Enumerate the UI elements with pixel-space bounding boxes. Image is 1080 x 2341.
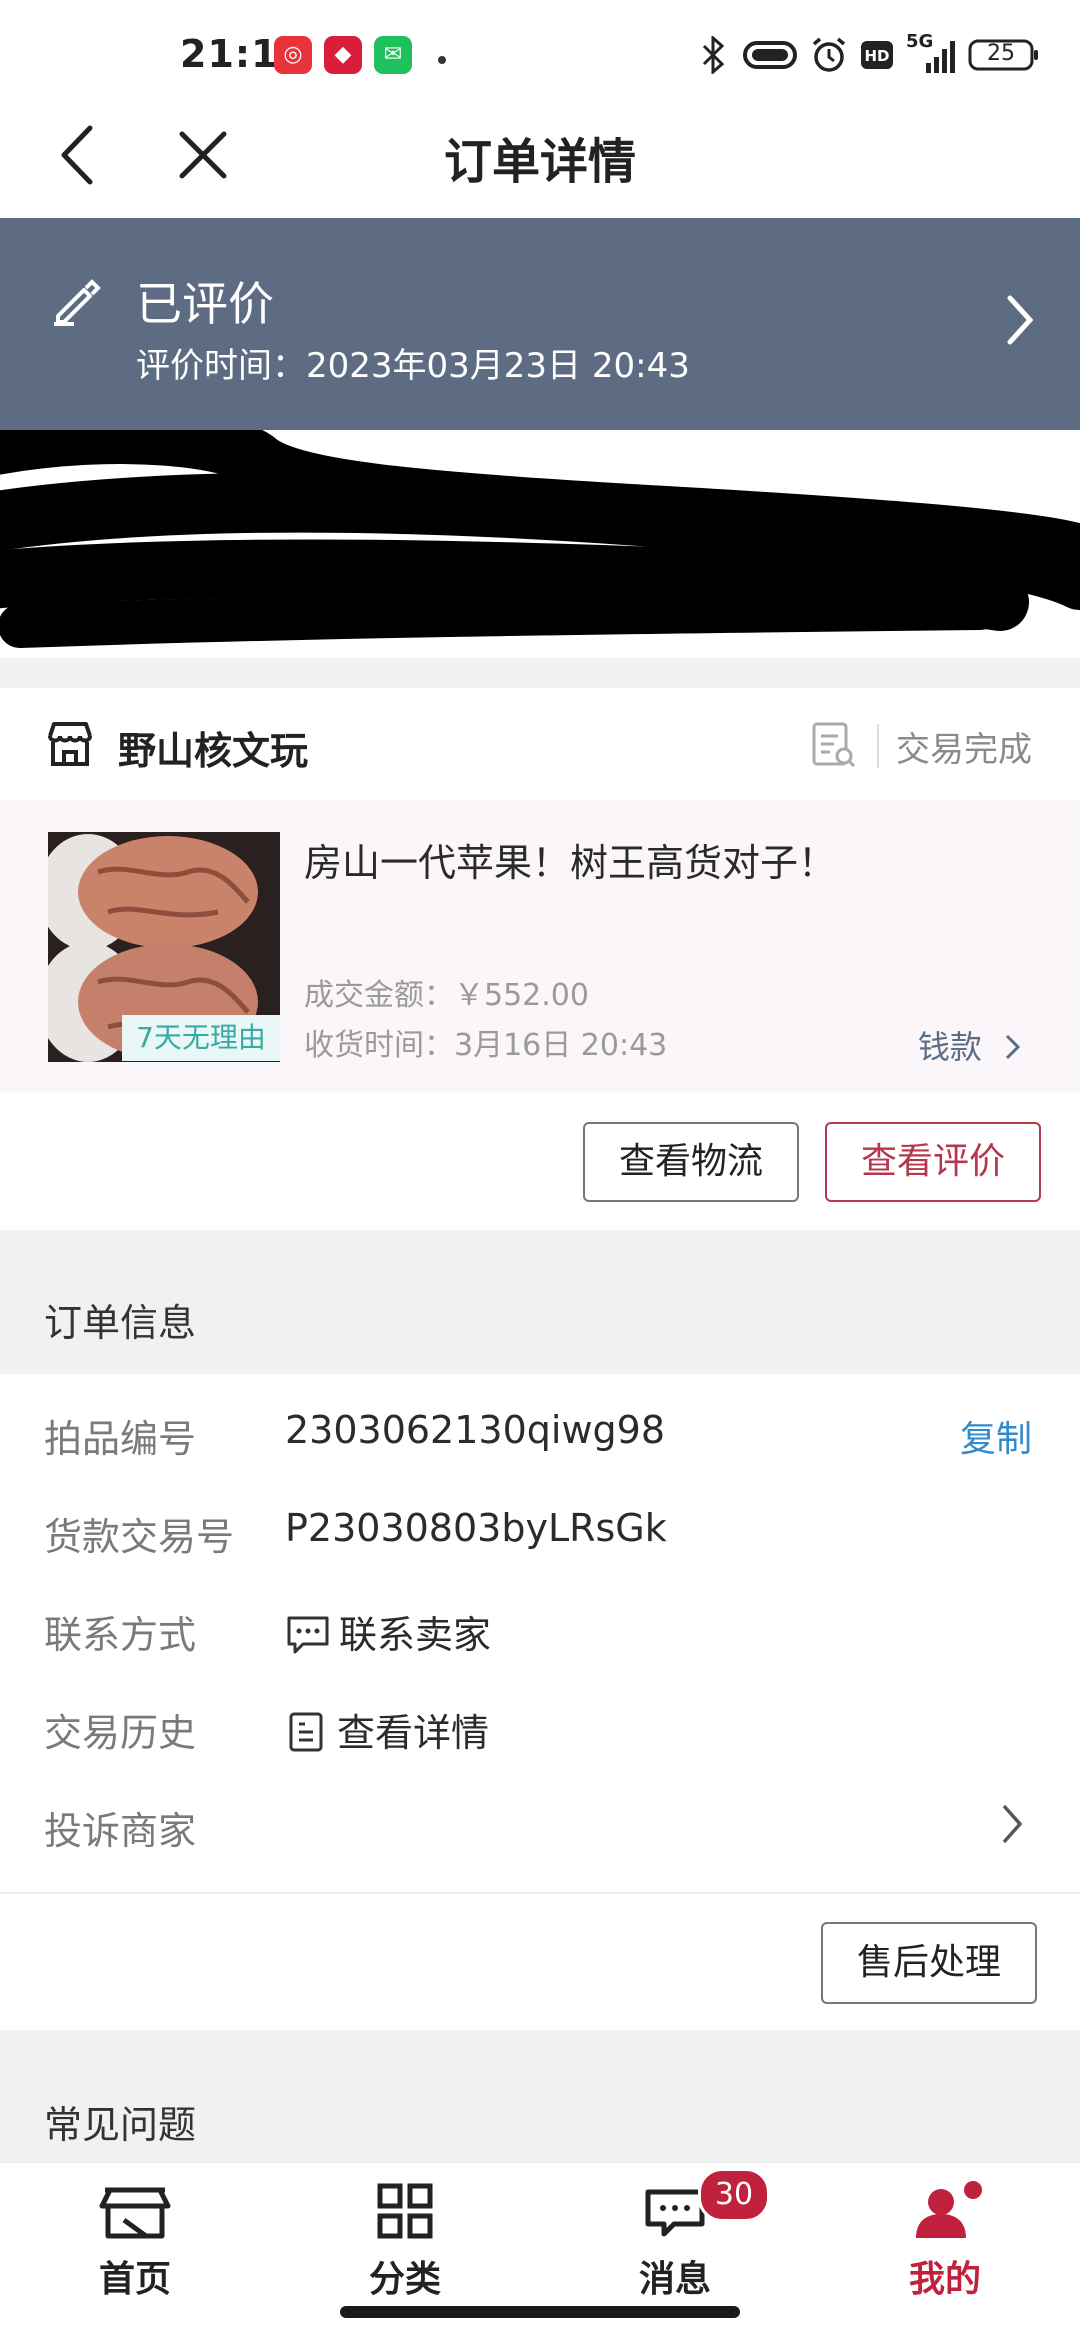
netease-music-icon: ◎ [274, 36, 312, 74]
chevron-right-icon [1002, 1804, 1023, 1844]
more-notifications-dot [438, 56, 446, 64]
battery-icon: 25 [968, 38, 1040, 72]
product-title[interactable]: 房山一代苹果！树王高货对子！ [304, 832, 836, 887]
order-info-title: 订单信息 [44, 1301, 197, 1345]
section-divider [0, 658, 1080, 688]
tab-category-label: 分类 [368, 2259, 441, 2300]
list-document-icon [289, 1712, 323, 1752]
edit-pencil-icon [54, 279, 101, 326]
home-indicator[interactable] [340, 2306, 740, 2318]
wechat-icon: ✉ [374, 36, 412, 74]
vibrate-icon [743, 41, 797, 69]
store-icon [48, 722, 92, 766]
view-details-link[interactable]: 查看详情 [285, 1702, 489, 1757]
contact-seller-label: 联系卖家 [339, 1613, 492, 1657]
page-title: 订单详情 [443, 134, 636, 190]
tab-category[interactable]: 分类 [270, 2162, 540, 2312]
system-icons: HD 5G 25 [696, 31, 1040, 78]
view-review-button[interactable]: 查看评价 [825, 1122, 1041, 1202]
chat-icon [287, 1616, 329, 1654]
battery-level: 25 [987, 41, 1015, 66]
tab-me[interactable]: 我的 [810, 2162, 1080, 2312]
user-icon [916, 2181, 982, 2238]
order-document-icon [812, 722, 856, 768]
review-time: 评价时间：2023年03月23日 20:43 [136, 346, 690, 386]
vertical-divider [877, 724, 879, 768]
payment-trade-no-label: 货款交易号 [44, 1515, 235, 1559]
contact-seller-link[interactable]: 联系卖家 [285, 1604, 491, 1659]
chevron-right-icon [1005, 1034, 1021, 1060]
svg-text:HD: HD [864, 47, 889, 65]
unread-badge: 30 [698, 2168, 770, 2222]
contact-label: 联系方式 [44, 1613, 197, 1657]
deal-amount: 成交金额：￥552.00 [304, 978, 589, 1013]
chevron-right-icon [1007, 295, 1034, 345]
shipping-address-redacted [0, 430, 1080, 658]
complain-merchant-row[interactable]: 投诉商家 [44, 1800, 196, 1855]
view-details-label: 查看详情 [337, 1711, 490, 1755]
lot-number-label: 拍品编号 [44, 1417, 197, 1461]
grid-icon [377, 2183, 433, 2239]
payment-trade-no-value: P23030803byLRsGk [285, 1506, 667, 1550]
tab-me-label: 我的 [908, 2259, 981, 2300]
home-icon [99, 2187, 171, 2239]
tab-messages[interactable]: 消息 [540, 2162, 810, 2312]
alarm-icon [812, 37, 846, 72]
faq-title: 常见问题 [44, 2103, 197, 2147]
divider [0, 1892, 1080, 1894]
app-red-icon: ◆ [324, 36, 362, 74]
trade-history-label: 交易历史 [44, 1711, 197, 1755]
tab-home-label: 首页 [98, 2259, 171, 2300]
after-sales-button[interactable]: 售后处理 [821, 1922, 1037, 2004]
hd-icon: HD [861, 41, 893, 69]
trade-status: 交易完成 [896, 730, 1032, 770]
signal-5g-icon: 5G [906, 31, 956, 75]
tab-home[interactable]: 首页 [0, 2162, 270, 2312]
shop-name[interactable]: 野山核文玩 [118, 720, 308, 775]
receive-time: 收货时间：3月16日 20:43 [304, 1028, 668, 1063]
payment-link[interactable]: 钱款 [918, 1022, 1024, 1068]
bluetooth-icon [702, 36, 725, 74]
lot-number-value: 2303062130qiwg98 [285, 1408, 665, 1452]
payment-link-label: 钱款 [917, 1028, 982, 1066]
copy-button[interactable]: 复制 [960, 1410, 1032, 1462]
review-status-title: 已评价 [136, 277, 274, 331]
tab-messages-label: 消息 [638, 2259, 711, 2300]
view-logistics-button[interactable]: 查看物流 [583, 1122, 799, 1202]
return-policy-tag: 7天无理由 [122, 1015, 280, 1061]
redaction-scribble [0, 430, 1080, 648]
